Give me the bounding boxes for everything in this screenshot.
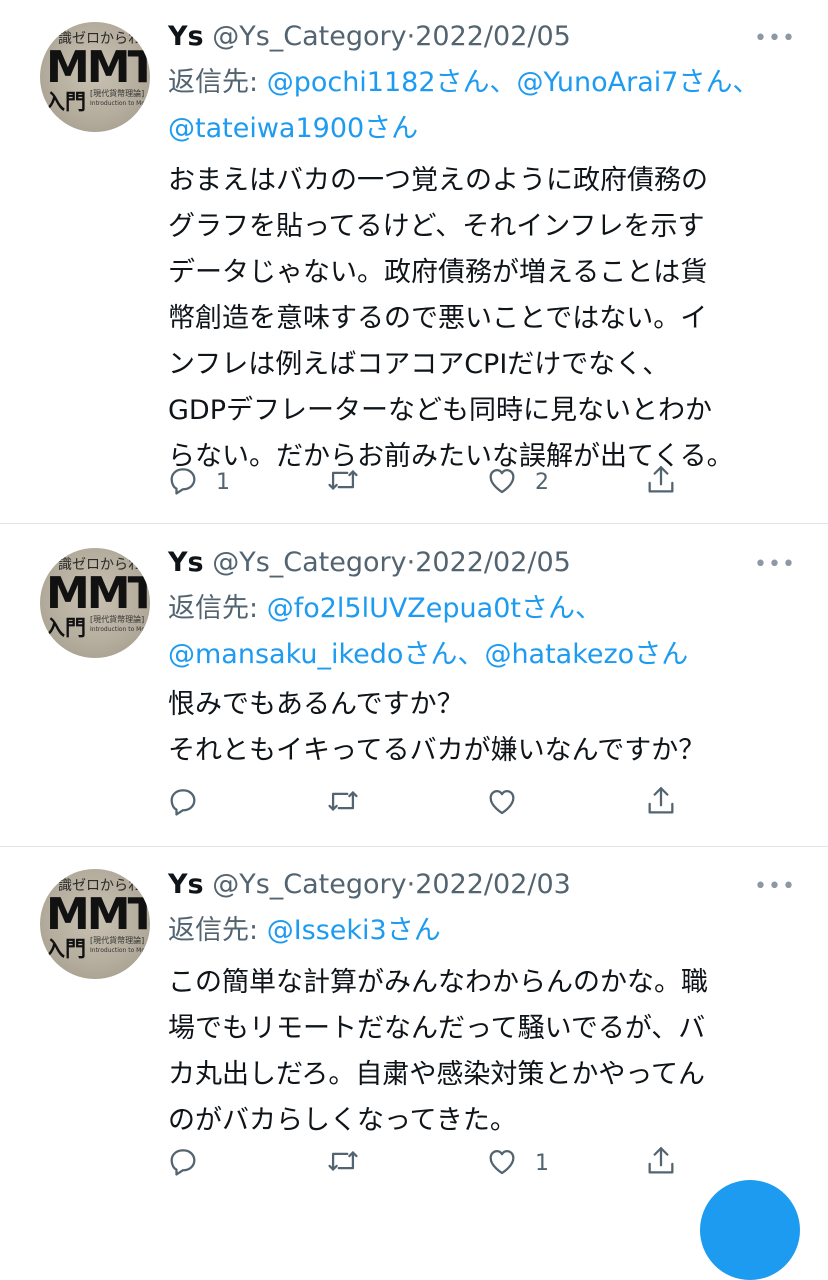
reply-to: 返信先: @pochi1182さん、@YunoArai7さん、@tateiwa1…: [168, 67, 760, 144]
retweet-icon: [326, 784, 360, 822]
avatar-english: Introduction to Modern Monetary Theory: [90, 626, 150, 633]
avatar[interactable]: 識ゼロからわか MMT 入門 [現代貨幣理論] Introduction to …: [40, 22, 150, 132]
avatar-series: [現代貨幣理論]: [90, 615, 145, 624]
separator-dot: ·: [406, 547, 416, 578]
display-name[interactable]: Ys: [168, 869, 204, 900]
tweet-date[interactable]: 2022/02/05: [415, 21, 571, 52]
like-count: 2: [535, 469, 549, 495]
share-icon: [644, 463, 678, 501]
avatar-series: [現代貨幣理論]: [90, 89, 145, 98]
tweet-date[interactable]: 2022/02/05: [415, 547, 571, 578]
avatar-subtitle: 入門: [44, 90, 86, 114]
display-name[interactable]: Ys: [168, 21, 204, 52]
user-handle[interactable]: @Ys_Category: [212, 547, 406, 578]
avatar-subtitle: 入門: [44, 937, 86, 961]
reply-prefix: 返信先:: [168, 915, 267, 946]
compose-tweet-button[interactable]: [700, 1180, 800, 1280]
mention-link[interactable]: @fo2l5lUVZepua0t: [267, 593, 521, 624]
share-button[interactable]: [644, 1143, 678, 1183]
avatar[interactable]: 識ゼロからわか MMT 入門 [現代貨幣理論] Introduction to …: [40, 548, 150, 658]
avatar-english: Introduction to Modern Monetary Theory: [90, 947, 150, 954]
mention-suffix[interactable]: さん: [634, 639, 688, 670]
retweet-icon: [326, 463, 360, 501]
mention-suffix[interactable]: さん: [387, 915, 441, 946]
user-handle[interactable]: @Ys_Category: [212, 869, 406, 900]
tweet-date[interactable]: 2022/02/03: [415, 869, 571, 900]
share-icon: [644, 1144, 678, 1182]
tweet-actions: 1: [0, 1143, 828, 1183]
reply-icon: [166, 784, 200, 822]
retweet-button[interactable]: [326, 462, 360, 502]
reply-button[interactable]: [166, 1143, 216, 1183]
reply-icon: [166, 1144, 200, 1182]
more-options-icon[interactable]: •••: [754, 26, 796, 51]
mention-link[interactable]: @tateiwa1900: [168, 113, 364, 144]
heart-icon: [485, 1144, 519, 1182]
mention-suffix[interactable]: さん: [403, 639, 457, 670]
retweet-icon: [326, 1144, 360, 1182]
avatar[interactable]: 識ゼロからわか MMT 入門 [現代貨幣理論] Introduction to …: [40, 869, 150, 979]
like-button[interactable]: 2: [485, 462, 549, 502]
tweet-header: Ys @Ys_Category·2022/02/03: [168, 868, 571, 902]
retweet-button[interactable]: [326, 1143, 360, 1183]
mention-link[interactable]: @Isseki3: [267, 915, 387, 946]
reply-to: 返信先: @Isseki3さん: [168, 908, 768, 954]
mention-link[interactable]: @mansaku_ikedo: [168, 639, 403, 670]
tweet-text: おまえはバカの一つ覚えのように政府債務の グラフを貼ってるけど、それインフレを示…: [168, 165, 734, 472]
reply-icon: [166, 463, 200, 501]
separator-dot: ·: [406, 869, 416, 900]
share-button[interactable]: [644, 462, 678, 502]
tweet-actions: [0, 783, 828, 823]
more-options-icon[interactable]: •••: [754, 874, 796, 899]
mention-link[interactable]: @pochi1182: [267, 67, 436, 98]
avatar-series: [現代貨幣理論]: [90, 936, 145, 945]
separator-dot: ·: [406, 21, 416, 52]
avatar-subtitle: 入門: [44, 616, 86, 640]
heart-icon: [485, 463, 519, 501]
tweet-text: この簡単な計算がみんなわからんのかな。職 場でもリモートだなんだって騒いでるが、…: [168, 967, 708, 1136]
retweet-button[interactable]: [326, 783, 360, 823]
reply-prefix: 返信先:: [168, 67, 267, 98]
divider: [0, 523, 828, 524]
like-button[interactable]: [485, 783, 535, 823]
tweet-header: Ys @Ys_Category·2022/02/05: [168, 20, 571, 54]
reply-button[interactable]: [166, 783, 216, 823]
mention-suffix[interactable]: さん: [436, 67, 490, 98]
reply-count: 1: [216, 469, 230, 495]
tweet-text: 恨みでもあるんですか？ それともイキってるバカが嫌いなんですか？: [168, 689, 706, 766]
mention-link[interactable]: @hatakezo: [484, 639, 634, 670]
heart-icon: [485, 784, 519, 822]
reply-to: 返信先: @fo2l5lUVZepua0tさん、@mansaku_ikedoさん…: [168, 593, 689, 670]
mention-suffix[interactable]: さん: [364, 113, 418, 144]
avatar-english: Introduction to Modern Monetary Theory: [90, 100, 150, 107]
mention-suffix[interactable]: さん: [521, 593, 575, 624]
tweet-actions: 1 2: [0, 462, 828, 502]
display-name[interactable]: Ys: [168, 547, 204, 578]
user-handle[interactable]: @Ys_Category: [212, 21, 406, 52]
tweet-header: Ys @Ys_Category·2022/02/05: [168, 546, 571, 580]
mention-suffix[interactable]: さん: [678, 67, 732, 98]
more-options-icon[interactable]: •••: [754, 552, 796, 577]
reply-prefix: 返信先:: [168, 593, 267, 624]
share-button[interactable]: [644, 783, 678, 823]
like-button[interactable]: 1: [485, 1143, 549, 1183]
like-count: 1: [535, 1150, 549, 1176]
mention-link[interactable]: @YunoArai7: [517, 67, 679, 98]
share-icon: [644, 784, 678, 822]
reply-button[interactable]: 1: [166, 462, 230, 502]
divider: [0, 846, 828, 847]
